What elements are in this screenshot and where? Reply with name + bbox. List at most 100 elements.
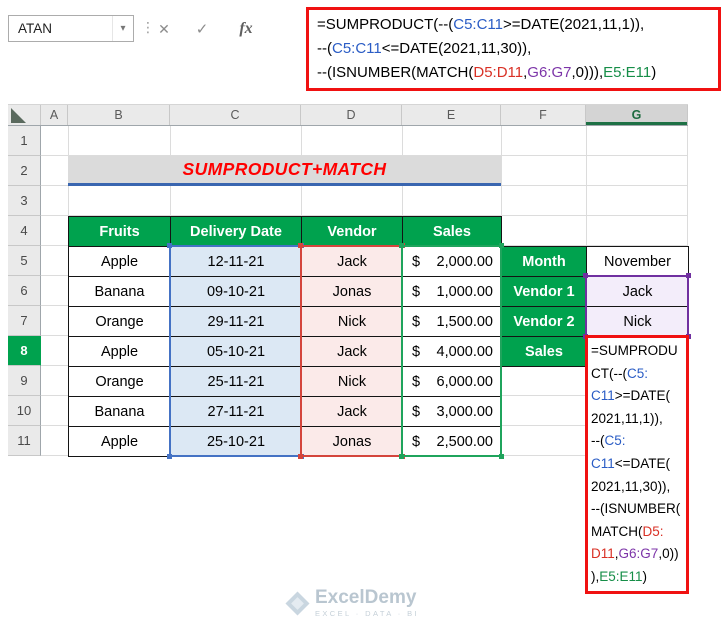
- cell-vendor[interactable]: Nick: [302, 307, 403, 337]
- cell-vendor[interactable]: Nick: [302, 367, 403, 397]
- cell-fruit[interactable]: Banana: [69, 277, 171, 307]
- column-header-c[interactable]: C: [170, 105, 301, 125]
- watermark-tagline: EXCEL · DATA · BI: [315, 609, 420, 618]
- cell-formula-line: --(ISNUMBER(: [591, 501, 681, 517]
- currency-symbol: $: [412, 343, 421, 360]
- row-header-6[interactable]: 6: [8, 276, 41, 306]
- cell-sales[interactable]: $ 6,000.00: [403, 367, 502, 397]
- cell-vendor[interactable]: Jack: [302, 397, 403, 427]
- sheet-title-cell[interactable]: SUMPRODUCT+MATCH: [68, 156, 501, 186]
- name-box-dropdown-icon[interactable]: ▾: [112, 16, 133, 41]
- watermark-text: ExcelDemy EXCEL · DATA · BI: [315, 587, 420, 619]
- row-header-3[interactable]: 3: [8, 186, 41, 216]
- label-vendor-2[interactable]: Vendor 2: [502, 307, 587, 337]
- cell-formula-line: =SUMPRODU: [591, 343, 678, 358]
- cell-formula-line: ),E5:E11): [591, 568, 648, 584]
- value-vendor-1[interactable]: Jack: [587, 277, 689, 307]
- header-vendor[interactable]: Vendor: [302, 217, 403, 247]
- insert-function-icon[interactable]: fx: [231, 16, 261, 42]
- cell-sales[interactable]: $ 3,000.00: [403, 397, 502, 427]
- cell-formula-line: C11>=DATE(: [591, 388, 671, 404]
- column-header-e[interactable]: E: [402, 105, 501, 125]
- formula-bar-input[interactable]: =SUMPRODUCT(--(C5:C11>=DATE(2021,11,1)),…: [306, 7, 721, 91]
- watermark-brand: ExcelDemy: [315, 587, 417, 608]
- cell-vendor[interactable]: Jonas: [302, 427, 403, 457]
- row-header-1[interactable]: 1: [8, 126, 41, 156]
- row-header-7[interactable]: 7: [8, 306, 41, 336]
- fruits-data-table: Fruits Delivery Date Vendor Sales Apple …: [68, 216, 502, 457]
- formula-bar-line: --(C5:C11<=DATE(2021,11,30)),: [317, 40, 532, 57]
- cell-formula-line: 2021,11,1)),: [591, 410, 663, 426]
- cell-fruit[interactable]: Apple: [69, 247, 171, 277]
- column-header-d[interactable]: D: [301, 105, 402, 125]
- select-all-triangle-icon: [11, 108, 26, 123]
- cell-sales[interactable]: $ 4,000.00: [403, 337, 502, 367]
- row-headers: 1 2 3 4 5 6 7 8 9 10 11: [8, 126, 41, 456]
- cell-delivery-date[interactable]: 25-11-21: [171, 367, 302, 397]
- sales-amount: 6,000.00: [436, 373, 493, 390]
- cell-sales[interactable]: $ 1,500.00: [403, 307, 502, 337]
- name-box[interactable]: ATAN ▾: [8, 15, 134, 42]
- active-cell-g8-formula[interactable]: =SUMPRODU CT(--(C5: C11>=DATE( 2021,11,1…: [585, 335, 689, 594]
- column-header-f[interactable]: F: [501, 105, 586, 125]
- row-header-2[interactable]: 2: [8, 156, 41, 186]
- name-box-value: ATAN: [18, 21, 53, 36]
- cell-delivery-date[interactable]: 12-11-21: [171, 247, 302, 277]
- cell-sales[interactable]: $ 2,000.00: [403, 247, 502, 277]
- sheet-title: SUMPRODUCT+MATCH: [182, 159, 387, 179]
- cancel-icon[interactable]: ✕: [151, 16, 177, 42]
- cell-fruit[interactable]: Apple: [69, 337, 171, 367]
- cell-fruit[interactable]: Apple: [69, 427, 171, 457]
- exceldemy-logo-icon: [285, 590, 310, 616]
- sales-amount: 3,000.00: [436, 403, 493, 420]
- cell-delivery-date[interactable]: 27-11-21: [171, 397, 302, 427]
- cell-delivery-date[interactable]: 09-10-21: [171, 277, 302, 307]
- cell-vendor[interactable]: Jack: [302, 247, 403, 277]
- cell-formula-line: MATCH(D5:: [591, 523, 664, 539]
- column-headers: A B C D E F G: [8, 104, 688, 126]
- cell-delivery-date[interactable]: 25-10-21: [171, 427, 302, 457]
- cell-formula-line: C11<=DATE(: [591, 455, 671, 471]
- cell-fruit[interactable]: Orange: [69, 307, 171, 337]
- label-vendor-1[interactable]: Vendor 1: [502, 277, 587, 307]
- cell-formula-line: --(C5:: [591, 433, 626, 449]
- row-header-4[interactable]: 4: [8, 216, 41, 246]
- currency-symbol: $: [412, 283, 421, 300]
- sales-amount: 1,500.00: [436, 313, 493, 330]
- row-header-8-selected[interactable]: 8: [8, 336, 41, 366]
- header-fruits[interactable]: Fruits: [69, 217, 171, 247]
- cell-sales[interactable]: $ 1,000.00: [403, 277, 502, 307]
- column-header-b[interactable]: B: [68, 105, 170, 125]
- row-header-11[interactable]: 11: [8, 426, 41, 456]
- header-delivery-date[interactable]: Delivery Date: [171, 217, 302, 247]
- label-sales[interactable]: Sales: [502, 337, 587, 367]
- row-header-5[interactable]: 5: [8, 246, 41, 276]
- cell-vendor[interactable]: Jack: [302, 337, 403, 367]
- formula-bar-line: --(ISNUMBER(MATCH(D5:D11,G6:G7,0))),E5:E…: [317, 64, 657, 81]
- cell-formula-line: D11,G6:G7,0)): [591, 546, 679, 562]
- cell-fruit[interactable]: Orange: [69, 367, 171, 397]
- sales-amount: 2,000.00: [436, 253, 493, 270]
- row-header-10[interactable]: 10: [8, 396, 41, 426]
- cell-delivery-date[interactable]: 29-11-21: [171, 307, 302, 337]
- enter-icon[interactable]: ✓: [189, 16, 215, 42]
- cell-formula-line: CT(--(C5:: [591, 365, 648, 381]
- row-header-9[interactable]: 9: [8, 366, 41, 396]
- cell-vendor[interactable]: Jonas: [302, 277, 403, 307]
- header-sales[interactable]: Sales: [403, 217, 502, 247]
- cell-fruit[interactable]: Banana: [69, 397, 171, 427]
- currency-symbol: $: [412, 373, 421, 390]
- cell-formula-line: 2021,11,30)),: [591, 478, 671, 494]
- column-header-g-selected[interactable]: G: [586, 105, 688, 125]
- currency-symbol: $: [412, 313, 421, 330]
- column-header-a[interactable]: A: [41, 105, 68, 125]
- sales-amount: 1,000.00: [436, 283, 493, 300]
- sales-amount: 4,000.00: [436, 343, 493, 360]
- sales-amount: 2,500.00: [436, 433, 493, 450]
- value-month[interactable]: November: [587, 247, 689, 277]
- cell-delivery-date[interactable]: 05-10-21: [171, 337, 302, 367]
- cell-sales[interactable]: $ 2,500.00: [403, 427, 502, 457]
- label-month[interactable]: Month: [502, 247, 587, 277]
- select-all-corner[interactable]: [8, 105, 41, 125]
- value-vendor-2[interactable]: Nick: [587, 307, 689, 337]
